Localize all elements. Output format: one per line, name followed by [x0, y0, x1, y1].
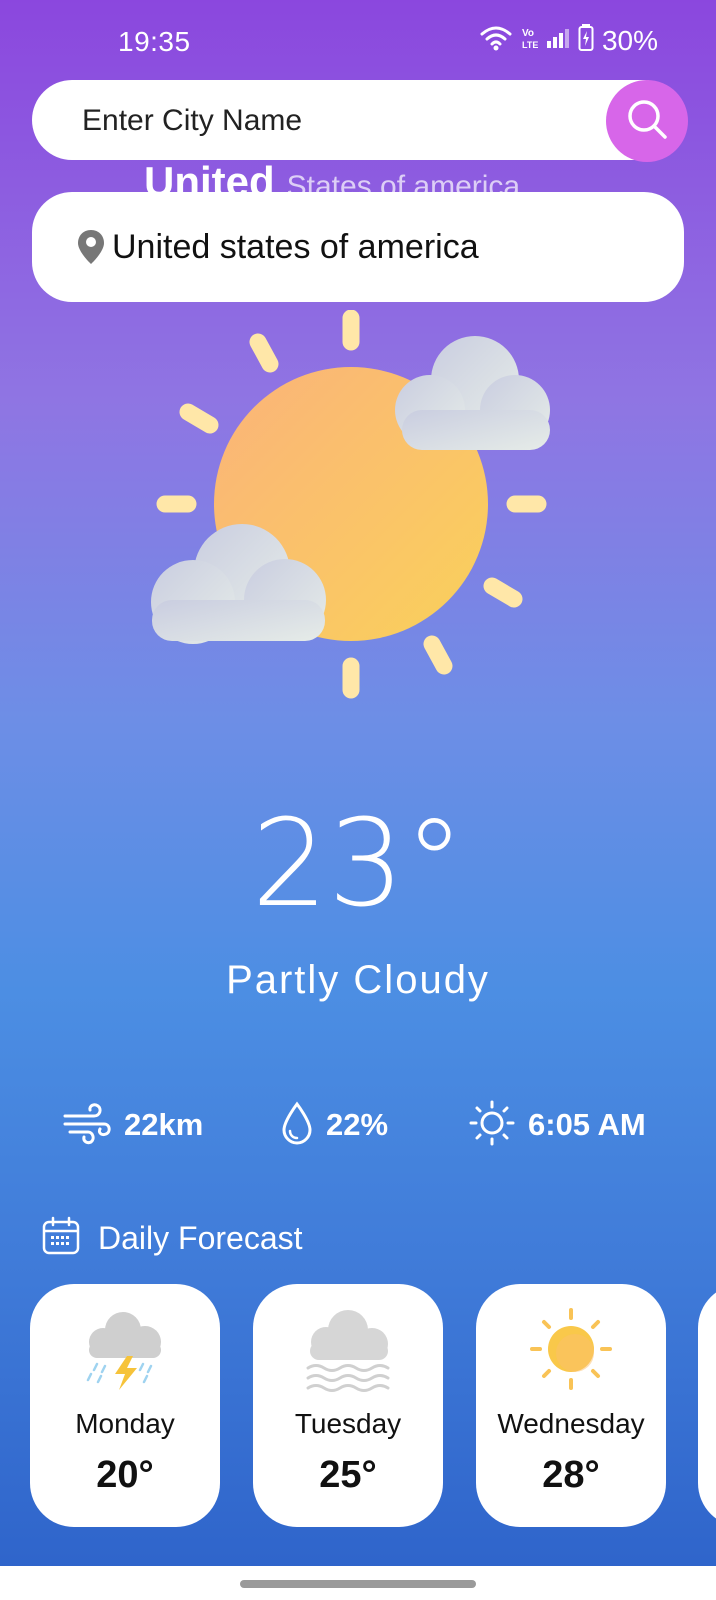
system-nav-bar — [0, 1566, 716, 1600]
location-city: United — [144, 158, 275, 192]
current-condition: Partly Cloudy — [226, 958, 490, 1002]
partly-cloudy-icon — [140, 309, 580, 720]
svg-text:LTE: LTE — [522, 40, 538, 50]
forecast-label: Daily Forecast — [98, 1220, 303, 1256]
humidity-drop-icon — [280, 1101, 314, 1150]
sunny-icon — [521, 1306, 621, 1396]
wifi-icon — [480, 25, 512, 56]
home-gesture-handle[interactable] — [240, 1580, 476, 1588]
forecast-header: Daily Forecast — [42, 1216, 303, 1261]
wind-icon — [62, 1101, 112, 1150]
calendar-icon — [42, 1216, 80, 1261]
sunrise-value: 6:05 AM — [528, 1107, 646, 1142]
forecast-temp: 20° — [96, 1454, 154, 1496]
location-pin-icon — [76, 229, 106, 265]
status-icons: Vo LTE 30% — [480, 24, 658, 57]
forecast-card-next[interactable] — [698, 1284, 716, 1527]
search-icon — [625, 97, 669, 146]
sunrise-sun-icon — [468, 1099, 516, 1152]
suggestion-text: United states of america — [112, 227, 479, 266]
wind-stat: 22km — [62, 1095, 203, 1155]
humidity-stat: 22% — [280, 1095, 388, 1155]
location-title: United States of america — [144, 158, 520, 192]
sunrise-stat: 6:05 AM — [468, 1095, 646, 1155]
battery-charging-icon — [578, 24, 594, 57]
forecast-temp: 28° — [542, 1454, 600, 1496]
current-temperature: 23° — [251, 795, 465, 934]
forecast-day: Tuesday — [294, 1408, 402, 1439]
volte-icon: Vo LTE — [520, 25, 538, 56]
mist-icon — [298, 1306, 398, 1396]
status-time: 19:35 — [118, 26, 191, 57]
search-button[interactable] — [606, 80, 688, 162]
search-bar — [32, 80, 688, 162]
forecast-day: Wednesday — [497, 1408, 645, 1439]
forecast-card-tuesday[interactable]: Tuesday 25° — [253, 1284, 443, 1527]
forecast-day: Monday — [75, 1408, 175, 1439]
forecast-card-wednesday[interactable]: Wednesday 28° — [476, 1284, 666, 1527]
weather-stats: 22km 22% 6:05 AM — [0, 1095, 716, 1155]
thunderstorm-icon — [75, 1306, 175, 1396]
battery-percent: 30% — [601, 24, 658, 56]
svg-text:Vo: Vo — [522, 28, 534, 39]
search-input[interactable] — [80, 80, 604, 162]
forecast-card-monday[interactable]: Monday 20° — [30, 1284, 220, 1527]
humidity-value: 22% — [326, 1107, 389, 1142]
location-country: States of america — [286, 170, 521, 192]
forecast-list[interactable]: Monday 20° Tuesday 25° Wednesday 28° — [0, 1284, 716, 1529]
signal-icon — [546, 27, 570, 54]
status-bar: 19:35 Vo LTE 30% — [0, 0, 716, 80]
location-suggestion[interactable]: United states of america — [32, 192, 684, 302]
wind-value: 22km — [124, 1107, 204, 1142]
forecast-temp: 25° — [319, 1454, 377, 1496]
